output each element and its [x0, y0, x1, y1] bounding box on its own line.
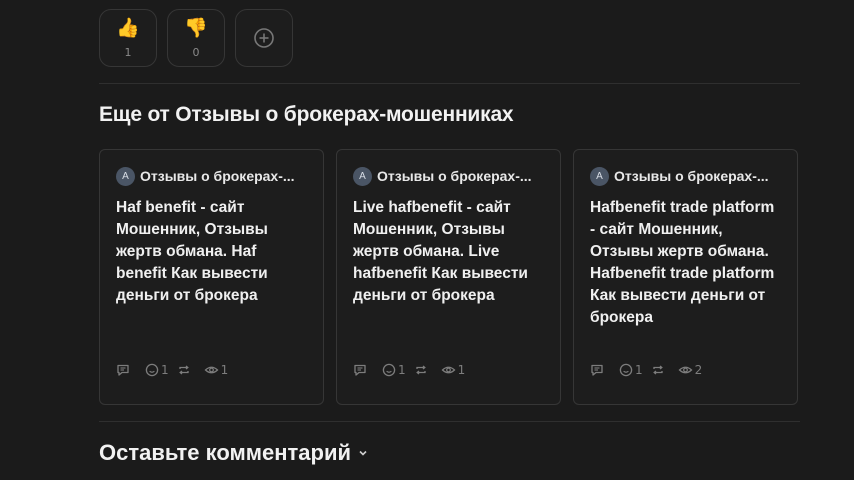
post-card[interactable]: A Отзывы о брокерах-... Haf benefit - са…	[99, 149, 324, 405]
views-stat: 2	[678, 363, 703, 377]
reaction-count: 0	[192, 45, 200, 59]
comment-icon	[354, 364, 366, 376]
post-card[interactable]: A Отзывы о брокерах-... Live hafbenefit …	[336, 149, 561, 405]
avatar: A	[590, 166, 609, 186]
likes-stat[interactable]: 1	[619, 363, 643, 377]
views-stat: 1	[441, 363, 466, 377]
likes-stat[interactable]: 1	[145, 363, 169, 377]
repost-icon	[652, 365, 663, 375]
card-stats: 1 1	[353, 363, 465, 377]
repost-icon	[178, 365, 189, 375]
card-title[interactable]: Haf benefit - сайт Мошенник, Отзывы жерт…	[116, 197, 307, 307]
source-name: Отзывы о брокерах-...	[614, 168, 769, 184]
avatar: A	[116, 166, 135, 186]
thumbs-up-icon: 👍	[116, 17, 140, 39]
chevron-down-icon	[359, 450, 367, 456]
add-reaction-button[interactable]	[235, 9, 293, 67]
repost-stat[interactable]	[651, 363, 665, 377]
source-name: Отзывы о брокерах-...	[140, 168, 295, 184]
comments-stat[interactable]	[353, 363, 367, 377]
repost-stat[interactable]	[177, 363, 191, 377]
smile-icon	[382, 363, 396, 377]
views-stat: 1	[204, 363, 229, 377]
views-count: 1	[220, 363, 229, 377]
thumbs-down-icon: 👎	[184, 17, 208, 39]
thumbs-up-reaction-button[interactable]: 👍 1	[99, 9, 157, 67]
post-card[interactable]: A Отзывы о брокерах-... Hafbenefit trade…	[573, 149, 798, 405]
comments-stat[interactable]	[590, 363, 604, 377]
card-source[interactable]: A Отзывы о брокерах-...	[116, 165, 307, 187]
comment-section-title: Оставьте комментарий	[99, 440, 352, 465]
comment-icon	[117, 364, 129, 376]
divider	[99, 421, 800, 422]
eye-icon	[204, 366, 219, 374]
likes-count: 1	[161, 363, 169, 377]
card-title[interactable]: Hafbenefit trade platform - сайт Мошенни…	[590, 197, 781, 329]
eye-icon	[441, 366, 456, 374]
repost-icon	[415, 365, 426, 375]
divider	[99, 83, 800, 84]
card-stats: 1 1	[116, 363, 228, 377]
likes-stat[interactable]: 1	[382, 363, 406, 377]
repost-stat[interactable]	[414, 363, 428, 377]
likes-count: 1	[398, 363, 406, 377]
smile-icon	[619, 363, 633, 377]
card-source[interactable]: A Отзывы о брокерах-...	[590, 165, 781, 187]
card-stats: 1 2	[590, 363, 702, 377]
reactions-bar: 👍 1 👎 0	[99, 9, 293, 67]
plus-circle-icon	[254, 28, 274, 48]
page: 👍 1 👎 0 Еще от Отзывы о брокерах-мошенни…	[0, 0, 854, 480]
likes-count: 1	[635, 363, 643, 377]
card-source[interactable]: A Отзывы о брокерах-...	[353, 165, 544, 187]
eye-icon	[678, 366, 693, 374]
avatar: A	[353, 166, 372, 186]
views-count: 2	[694, 363, 703, 377]
source-name: Отзывы о брокерах-...	[377, 168, 532, 184]
thumbs-down-reaction-button[interactable]: 👎 0	[167, 9, 225, 67]
reaction-count: 1	[124, 45, 132, 59]
card-title[interactable]: Live hafbenefit - сайт Мошенник, Отзывы …	[353, 197, 544, 307]
comment-icon	[591, 364, 603, 376]
views-count: 1	[457, 363, 466, 377]
section-title: Еще от Отзывы о брокерах-мошенниках	[99, 103, 514, 126]
related-posts: A Отзывы о брокерах-... Haf benefit - са…	[99, 149, 798, 405]
comments-stat[interactable]	[116, 363, 130, 377]
smile-icon	[145, 363, 159, 377]
leave-comment-toggle[interactable]: Оставьте комментарий	[99, 440, 369, 466]
